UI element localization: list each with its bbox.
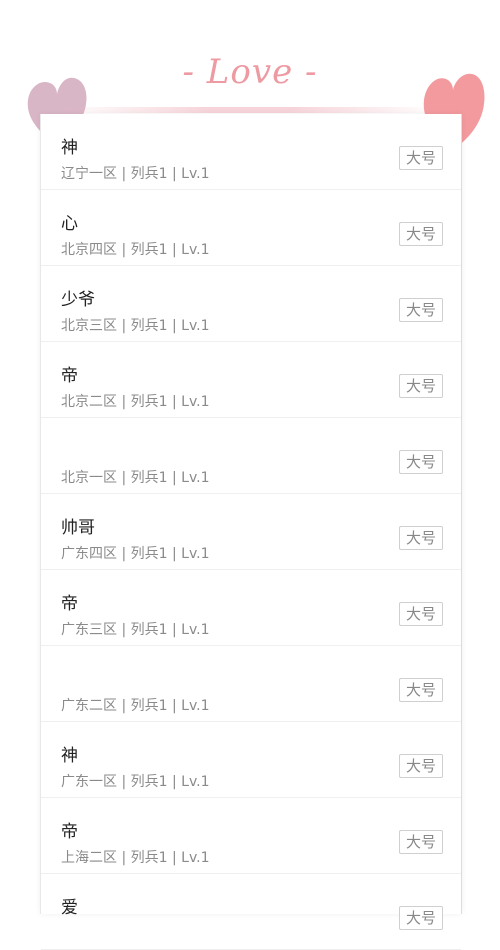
account-meta: 辽宁一区 | 列兵1 | Lv.1 [61,166,210,182]
main-account-button[interactable]: 大号 [399,374,443,398]
account-name: 帝 [61,366,78,386]
account-meta: 上海二区 | 列兵1 | Lv.1 [61,850,210,866]
account-name: 帅哥 [61,518,95,538]
account-meta: 广东三区 | 列兵1 | Lv.1 [61,622,210,638]
main-account-button[interactable]: 大号 [399,754,443,778]
list-item[interactable]: 帝 广东三区 | 列兵1 | Lv.1 大号 [41,570,461,646]
list-item[interactable]: 帝 北京二区 | 列兵1 | Lv.1 大号 [41,342,461,418]
list-item[interactable]: 广东二区 | 列兵1 | Lv.1 大号 [41,646,461,722]
account-meta: 广东二区 | 列兵1 | Lv.1 [61,698,210,714]
account-name: 帝 [61,594,78,614]
account-list: 神 辽宁一区 | 列兵1 | Lv.1 大号 心 北京四区 | 列兵1 | Lv… [40,114,462,950]
account-meta: 广东一区 | 列兵1 | Lv.1 [61,774,210,790]
main-account-button[interactable]: 大号 [399,298,443,322]
main-account-button[interactable]: 大号 [399,222,443,246]
list-item[interactable]: 少爷 北京三区 | 列兵1 | Lv.1 大号 [41,266,461,342]
account-name: 少爷 [61,290,95,310]
account-meta: 北京三区 | 列兵1 | Lv.1 [61,318,210,334]
account-meta: 北京一区 | 列兵1 | Lv.1 [61,470,210,486]
main-account-button[interactable]: 大号 [399,830,443,854]
list-item[interactable]: 神 辽宁一区 | 列兵1 | Lv.1 大号 [41,114,461,190]
account-name: 心 [61,214,78,234]
list-item[interactable]: 心 北京四区 | 列兵1 | Lv.1 大号 [41,190,461,266]
main-account-button[interactable]: 大号 [399,678,443,702]
account-name: 神 [61,138,78,158]
love-title: - Love - [182,52,318,92]
account-name: 神 [61,746,78,766]
list-item[interactable]: 帝 上海二区 | 列兵1 | Lv.1 大号 [41,798,461,874]
main-account-button[interactable]: 大号 [399,526,443,550]
main-account-button[interactable]: 大号 [399,602,443,626]
main-account-button[interactable]: 大号 [399,906,443,930]
account-meta: 广东四区 | 列兵1 | Lv.1 [61,546,210,562]
main-account-button[interactable]: 大号 [399,146,443,170]
account-name: 帝 [61,822,78,842]
account-meta: 北京四区 | 列兵1 | Lv.1 [61,242,210,258]
list-item[interactable]: 爱 大号 [41,874,461,950]
account-meta: 北京二区 | 列兵1 | Lv.1 [61,394,210,410]
list-item[interactable]: 神 广东一区 | 列兵1 | Lv.1 大号 [41,722,461,798]
list-item[interactable]: 帅哥 广东四区 | 列兵1 | Lv.1 大号 [41,494,461,570]
ribbon-divider [60,107,440,113]
list-item[interactable]: 北京一区 | 列兵1 | Lv.1 大号 [41,418,461,494]
account-name: 爱 [61,898,78,918]
main-account-button[interactable]: 大号 [399,450,443,474]
